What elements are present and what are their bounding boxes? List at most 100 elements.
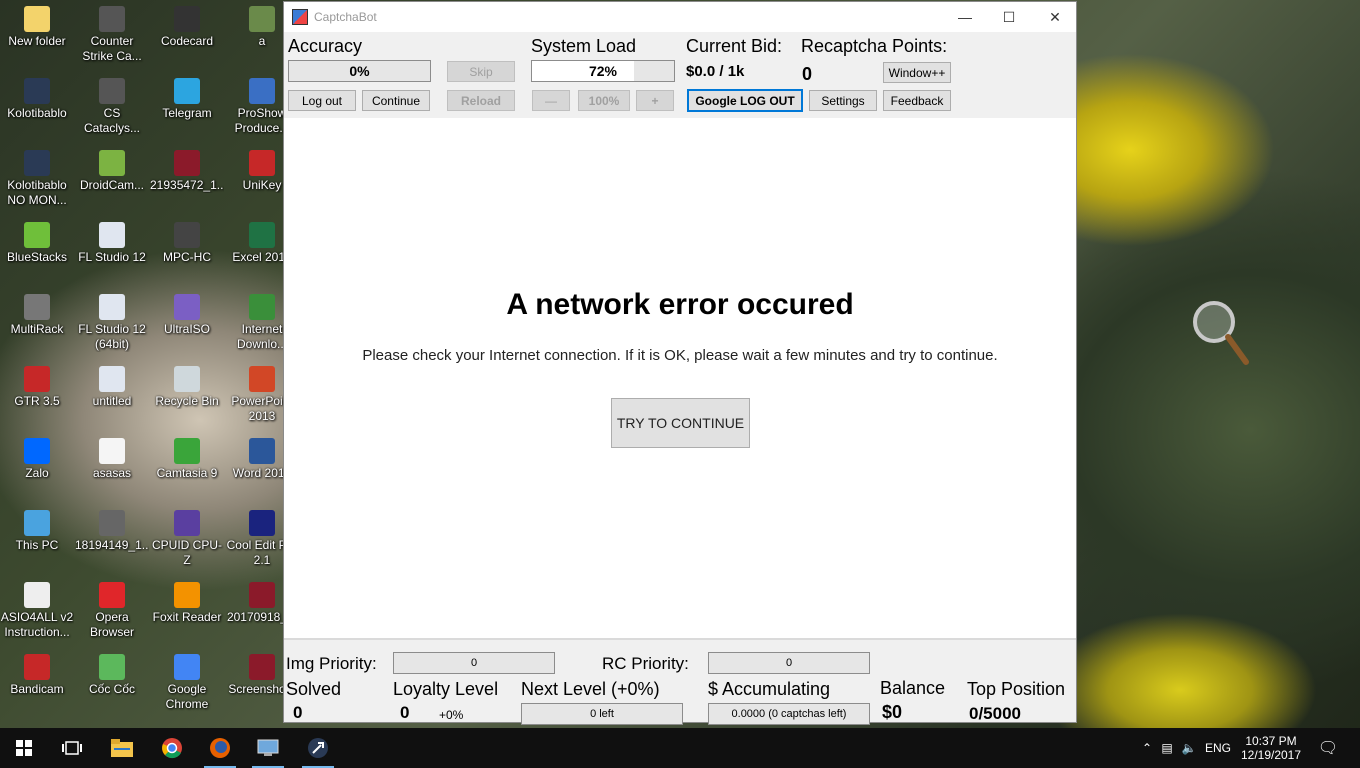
desktop-icon[interactable]: Google Chrome (150, 654, 224, 712)
desktop-icon[interactable]: Cốc Cốc (75, 654, 149, 697)
desktop-icon[interactable]: GTR 3.5 (0, 366, 74, 409)
language-indicator[interactable]: ENG (1200, 741, 1236, 755)
clock[interactable]: 10:37 PM 12/19/2017 (1236, 734, 1306, 762)
window-title: CaptchaBot (314, 10, 377, 24)
desktop-icon[interactable]: Recycle Bin (150, 366, 224, 409)
kolotibablo-icon[interactable] (294, 728, 342, 768)
recaptcha-points-value: 0 (802, 64, 813, 84)
magnifier-icon[interactable] (1192, 300, 1252, 370)
desktop-icon[interactable]: Foxit Reader (150, 582, 224, 625)
img-priority-field[interactable]: 0 (393, 652, 555, 674)
log-out-button[interactable]: Log out (288, 90, 356, 111)
decrease-load-button[interactable]: — (532, 90, 570, 111)
app-icon (24, 366, 50, 392)
desktop-icon[interactable]: Codecard (150, 6, 224, 49)
window-plus-button[interactable]: Window++ (883, 62, 951, 83)
file-icon (99, 438, 125, 464)
chrome-icon (174, 654, 200, 680)
desktop-icon[interactable]: FL Studio 12 (75, 222, 149, 265)
load-percent-button[interactable]: 100% (578, 90, 630, 111)
volume-icon[interactable]: 🔈 (1178, 741, 1200, 755)
desktop-icon-label: CPUID CPU-Z (151, 538, 222, 567)
desktop-icon-label: DroidCam... (79, 178, 144, 192)
settings-button[interactable]: Settings (809, 90, 877, 111)
show-hidden-icons-icon[interactable]: ⌃ (1138, 741, 1156, 755)
desktop-icon-label: CS Cataclys... (83, 106, 140, 135)
minimize-button[interactable]: — (942, 2, 988, 32)
close-button[interactable]: ✕ (1032, 2, 1078, 32)
taskbar: ⌃ ▤ 🔈 ENG 10:37 PM 12/19/2017 🗨 (0, 728, 1360, 768)
file-icon (249, 654, 275, 680)
desktop-icon[interactable]: DroidCam... (75, 150, 149, 193)
image-icon (249, 6, 275, 32)
feedback-button[interactable]: Feedback (883, 90, 951, 111)
folder-icon (24, 6, 50, 32)
powerpoint-icon (249, 366, 275, 392)
desktop-icon[interactable]: MultiRack (0, 294, 74, 337)
desktop-icon[interactable]: Camtasia 9 (150, 438, 224, 481)
desktop-icon-label: Opera Browser (89, 610, 134, 639)
game-icon (99, 78, 125, 104)
desktop-icon[interactable]: UltraISO (150, 294, 224, 337)
rc-priority-label: RC Priority: (602, 654, 689, 673)
android-icon (99, 150, 125, 176)
file-icon (99, 294, 125, 320)
desktop-icon[interactable]: Kolotibablo NO MON... (0, 150, 74, 208)
skip-button[interactable]: Skip (447, 61, 515, 82)
file-explorer-icon[interactable] (98, 728, 146, 768)
increase-load-button[interactable]: + (636, 90, 674, 111)
chrome-icon[interactable] (148, 728, 196, 768)
desktop-icon[interactable]: 21935472_1... (150, 150, 224, 193)
desktop-icon[interactable]: asasas (75, 438, 149, 481)
desktop-icon[interactable]: CS Cataclys... (75, 78, 149, 136)
desktop-icon[interactable]: Bandicam (0, 654, 74, 697)
captchabot-app-icon (292, 9, 308, 25)
desktop-icon[interactable]: New folder (0, 6, 74, 49)
accumulating-label: $ Accumulating (708, 679, 831, 699)
desktop-icon[interactable]: This PC (0, 510, 74, 553)
loyalty-level-value: 0 (400, 703, 410, 722)
file-icon (99, 366, 125, 392)
document-icon (24, 582, 50, 608)
title-bar[interactable]: CaptchaBot — ☐ ✕ (284, 2, 1076, 32)
desktop-icon-label: Google Chrome (165, 682, 209, 711)
task-view-icon[interactable] (48, 728, 96, 768)
desktop-icon[interactable]: ASIO4ALL v2 Instruction... (0, 582, 74, 640)
desktop-icon[interactable]: Zalo (0, 438, 74, 481)
windows-start-icon[interactable] (0, 728, 48, 768)
desktop-icon-label: This PC (15, 538, 59, 552)
desktop-icon[interactable]: Telegram (150, 78, 224, 121)
solved-value: 0 (293, 703, 303, 722)
desktop-icon[interactable]: FL Studio 12 (64bit) (75, 294, 149, 352)
app-icon (249, 78, 275, 104)
desktop-icon-label: untitled (92, 394, 132, 408)
captchabot-icon[interactable] (244, 728, 292, 768)
rc-priority-field[interactable]: 0 (708, 652, 870, 674)
google-logout-button[interactable]: Google LOG OUT (687, 89, 803, 112)
desktop-icon-label: asasas (92, 466, 132, 480)
desktop-icon[interactable]: Counter Strike Ca... (75, 6, 149, 64)
desktop-icon[interactable]: Opera Browser (75, 582, 149, 640)
network-icon[interactable]: ▤ (1156, 741, 1178, 755)
try-to-continue-button[interactable]: TRY TO CONTINUE (611, 398, 750, 448)
download-icon (249, 294, 275, 320)
action-center-icon[interactable]: 🗨 (1306, 738, 1350, 758)
continue-button[interactable]: Continue (362, 90, 430, 111)
desktop-icon-label: Kolotibablo NO MON... (7, 178, 67, 207)
firefox-icon[interactable] (196, 728, 244, 768)
reload-button[interactable]: Reload (447, 90, 515, 111)
desktop-icon-label: GTR 3.5 (14, 394, 60, 408)
opera-icon (99, 582, 125, 608)
desktop-icon[interactable]: BlueStacks (0, 222, 74, 265)
maximize-button[interactable]: ☐ (986, 2, 1032, 32)
desktop-icon[interactable]: 18194149_1... (75, 510, 149, 553)
desktop-icon[interactable]: Kolotibablo (0, 78, 74, 121)
desktop-icon[interactable]: CPUID CPU-Z (150, 510, 224, 568)
balance-label: Balance (880, 678, 946, 698)
balance-value: $0 (882, 702, 903, 722)
video-icon (174, 222, 200, 248)
desktop-icon[interactable]: MPC-HC (150, 222, 224, 265)
desktop-icon-label: Kolotibablo (7, 106, 67, 120)
desktop-icon-label: Bandicam (10, 682, 64, 696)
desktop-icon[interactable]: untitled (75, 366, 149, 409)
